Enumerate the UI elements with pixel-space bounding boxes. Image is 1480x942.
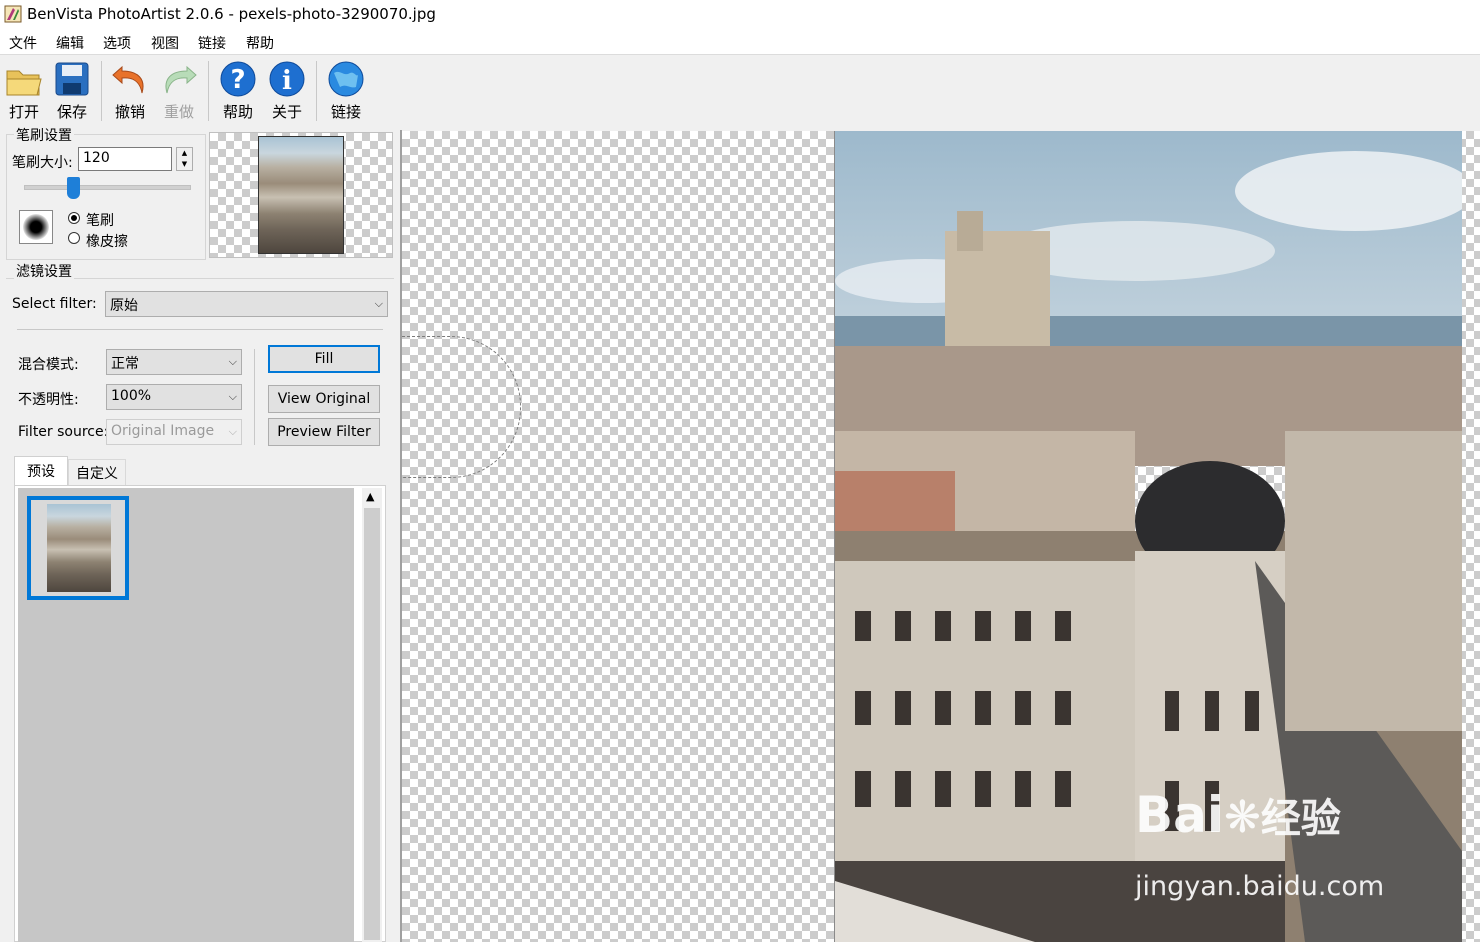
brush-cursor [402,336,521,478]
menu-help[interactable]: 帮助 [246,32,274,54]
undo-arrow-icon [112,65,144,94]
radio-brush-label: 笔刷 [86,213,114,229]
navigator-preview[interactable] [209,132,393,258]
fill-button[interactable]: Fill [268,345,380,373]
spin-up-icon[interactable]: ▲ [177,148,192,159]
toolbar: 打开 保存 撤销 重做 ? 帮助 i 关于 链接 [0,55,1480,127]
title-bar: BenVista PhotoArtist 2.0.6 - pexels-phot… [0,0,1480,30]
brush-size-label: 笔刷大小: [12,155,73,171]
opacity-label: 不透明性: [18,392,79,408]
brush-size-value: 120 [83,150,110,166]
select-filter-dropdown[interactable]: 原始 ⌵ [105,291,388,317]
filter-settings-title: 滤镜设置 [14,261,74,281]
undo-label: 撤销 [114,103,145,121]
canvas-image[interactable]: Bai❋经验 jingyan.baidu.com [834,131,1462,942]
chevron-down-icon: ⌵ [228,425,237,438]
tab-presets[interactable]: 预设 [14,456,68,486]
chevron-down-icon: ⌵ [228,390,237,403]
view-original-button[interactable]: View Original [268,385,380,413]
redo-button[interactable]: 重做 [155,55,203,127]
blend-mode-value: 正常 [111,356,139,372]
presets-scrollbar[interactable]: ▲ [362,488,382,942]
presets-list [18,488,354,942]
divider [17,329,383,330]
help-label: 帮助 [222,103,253,121]
view-original-label: View Original [277,391,371,407]
open-button[interactable]: 打开 [0,55,48,127]
filter-source-dropdown[interactable]: Original Image ⌵ [106,419,242,445]
brush-size-input[interactable]: 120 [78,147,172,171]
svg-text:i: i [282,66,292,96]
watermark-url: jingyan.baidu.com [1135,871,1385,902]
brush-size-spinner[interactable]: ▲ ▼ [176,147,193,171]
menu-view[interactable]: 视图 [151,32,179,54]
spin-down-icon[interactable]: ▼ [177,159,192,170]
blend-mode-dropdown[interactable]: 正常 ⌵ [106,349,242,375]
app-icon [4,5,22,23]
menu-edit[interactable]: 编辑 [56,32,84,54]
brush-size-slider-thumb[interactable] [67,177,80,199]
preview-filter-button[interactable]: Preview Filter [268,418,380,446]
open-label: 打开 [8,103,39,121]
floppy-disk-icon [55,62,89,96]
folder-open-icon [6,70,42,96]
menu-bar: 文件 编辑 选项 视图 链接 帮助 [0,30,1480,55]
redo-arrow-icon [165,65,197,94]
radio-eraser[interactable] [68,232,80,244]
opacity-value: 100% [111,388,152,404]
divider [254,349,255,445]
preview-filter-label: Preview Filter [277,424,371,440]
select-filter-value: 原始 [110,298,138,314]
scrollbar-thumb[interactable] [364,508,380,940]
chevron-down-icon: ⌵ [228,355,237,368]
chevron-down-icon: ⌵ [374,297,383,310]
watermark-brand: Bai❋经验 [1135,786,1341,844]
tab-custom[interactable]: 自定义 [68,459,126,486]
radio-eraser-label: 橡皮擦 [86,234,128,250]
toolbar-separator [101,61,102,121]
menu-links[interactable]: 链接 [198,32,226,54]
watermark-brand-text: Bai [1135,786,1224,844]
fill-button-label: Fill [314,351,334,367]
filter-source-value: Original Image [111,423,215,439]
watermark-brand-cn: 经验 [1260,796,1341,842]
undo-button[interactable]: 撤销 [106,55,154,127]
save-button[interactable]: 保存 [48,55,96,127]
info-icon: i [269,61,305,97]
brush-shape-icon [23,214,49,240]
link-label: 链接 [330,103,361,121]
help-button[interactable]: ? 帮助 [214,55,262,127]
filter-source-label: Filter source: [18,424,109,440]
select-filter-label: Select filter: [12,296,97,312]
canvas[interactable]: Bai❋经验 jingyan.baidu.com [402,131,1480,942]
brush-size-slider-track[interactable] [24,185,191,190]
svg-text:?: ? [230,65,245,95]
brush-preview [19,210,53,244]
radio-brush[interactable] [68,212,80,224]
brush-settings-title: 笔刷设置 [14,125,74,145]
toolbar-separator [208,61,209,121]
save-label: 保存 [56,103,87,121]
opacity-dropdown[interactable]: 100% ⌵ [106,384,242,410]
navigator-thumbnail[interactable] [258,136,344,254]
link-button[interactable]: 链接 [322,55,370,127]
question-mark-icon: ? [220,61,256,97]
menu-options[interactable]: 选项 [103,32,131,54]
toolbar-separator [316,61,317,121]
about-label: 关于 [271,103,302,121]
blend-mode-label: 混合模式: [18,357,79,373]
scroll-up-icon[interactable]: ▲ [366,490,374,503]
window-title: BenVista PhotoArtist 2.0.6 - pexels-phot… [27,5,436,23]
redo-label: 重做 [163,103,194,121]
watermark-paw-icon: ❋ [1224,792,1261,843]
preset-thumbnail [47,504,111,592]
menu-file[interactable]: 文件 [9,32,37,54]
globe-icon [328,61,364,97]
tab-presets-label: 预设 [27,464,55,480]
about-button[interactable]: i 关于 [263,55,311,127]
tab-custom-label: 自定义 [76,466,118,482]
preset-item-selected[interactable] [27,496,129,600]
